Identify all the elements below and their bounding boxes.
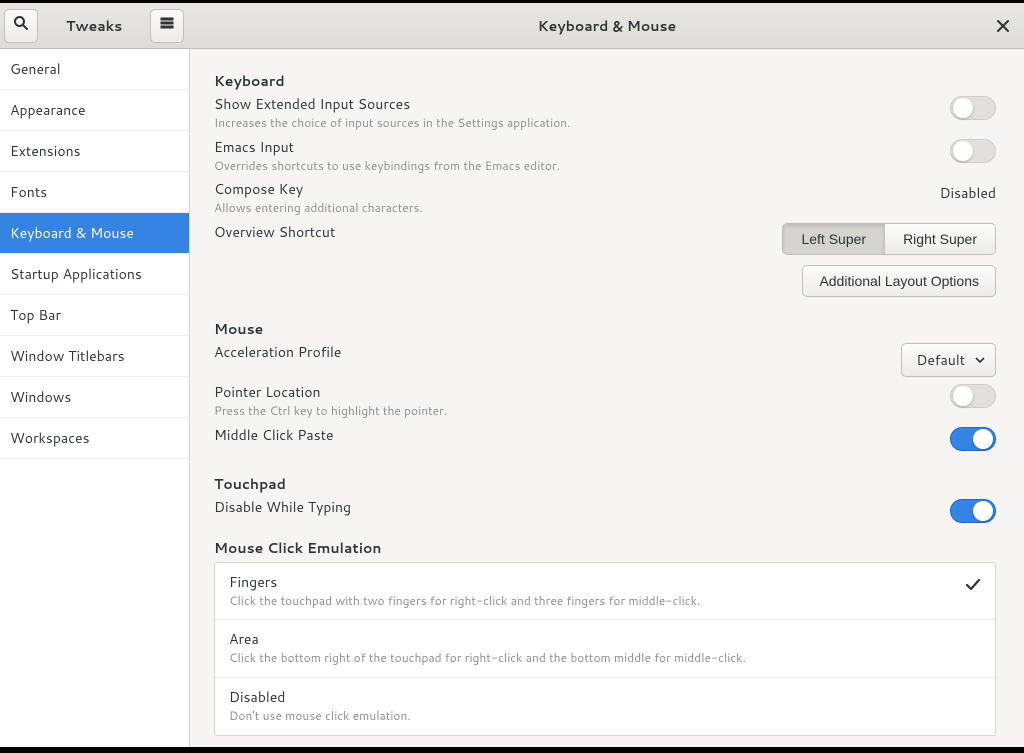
label-show-extended: Show Extended Input Sources [214,95,930,114]
body: General Appearance Extensions Fonts Keyb… [0,49,1024,747]
switch-knob [953,98,973,118]
sidebar-item-startup-applications[interactable]: Startup Applications [0,254,189,295]
sub-pointer: Press the Ctrl key to highlight the poin… [214,403,930,420]
label-emacs: Emacs Input [214,138,930,157]
accel-profile-value: Default [916,350,965,370]
sidebar-item-label: General [10,59,61,79]
headerbar-left: Tweaks [0,9,190,43]
overview-left-super[interactable]: Left Super [783,224,884,254]
row-disable-typing: Disable While Typing [214,496,996,528]
switch-knob [953,141,973,161]
page-title: Keyboard & Mouse [190,16,1024,36]
sub-emacs: Overrides shortcuts to use keybindings f… [214,158,930,175]
sidebar-item-appearance[interactable]: Appearance [0,90,189,131]
check-icon [965,577,981,593]
label-middle-click: Middle Click Paste [214,426,930,445]
click-emulation-list: Fingers Click the touchpad with two fing… [214,562,996,736]
close-icon [997,15,1009,38]
accel-profile-dropdown[interactable]: Default [901,343,996,377]
sub-show-extended: Increases the choice of input sources in… [214,115,930,132]
row-pointer: Pointer Location Press the Ctrl key to h… [214,381,996,424]
label-compose: Compose Key [214,180,920,199]
switch-disable-while-typing[interactable] [950,499,996,523]
sidebar-item-general[interactable]: General [0,49,189,90]
row-compose: Compose Key Allows entering additional c… [214,178,996,221]
section-mouse: Mouse [214,319,996,339]
switch-knob [953,386,973,406]
overview-right-super[interactable]: Right Super [884,224,995,254]
row-emacs: Emacs Input Overrides shortcuts to use k… [214,136,996,179]
label-pointer: Pointer Location [214,383,930,402]
switch-middle-click-paste[interactable] [950,427,996,451]
emulation-option-title: Disabled [229,688,981,707]
sidebar-item-workspaces[interactable]: Workspaces [0,418,189,459]
heading-click-emulation: Mouse Click Emulation [214,538,996,558]
label-accel: Acceleration Profile [214,343,881,362]
sidebar-item-label: Startup Applications [10,264,142,284]
sidebar-item-windows[interactable]: Windows [0,377,189,418]
emulation-option-sub: Click the touchpad with two fingers for … [229,593,965,610]
sidebar-item-top-bar[interactable]: Top Bar [0,295,189,336]
emulation-option-area[interactable]: Area Click the bottom right of the touch… [215,620,995,678]
sidebar-item-label: Fonts [10,182,47,202]
sidebar-item-label: Windows [10,387,71,407]
row-overview: Overview Shortcut Left Super Right Super… [214,221,996,301]
sidebar-item-label: Workspaces [10,428,90,448]
app-title: Tweaks [66,16,122,36]
emulation-option-fingers[interactable]: Fingers Click the touchpad with two fing… [215,563,995,621]
search-icon [13,15,29,36]
label-overview: Overview Shortcut [214,223,762,242]
tweaks-window: Tweaks Keyboard & Mouse General Appearan… [0,3,1024,747]
row-middle-click: Middle Click Paste [214,424,996,456]
additional-layout-options-button[interactable]: Additional Layout Options [802,265,996,297]
sidebar-item-label: Window Titlebars [10,346,125,366]
section-touchpad: Touchpad [214,474,996,494]
sidebar-item-label: Appearance [10,100,86,120]
sidebar-item-label: Top Bar [10,305,61,325]
emulation-option-title: Fingers [229,573,965,592]
menu-button[interactable] [150,9,184,43]
emulation-option-title: Area [229,630,981,649]
row-show-extended: Show Extended Input Sources Increases th… [214,93,996,136]
overview-shortcut-segmented: Left Super Right Super [782,223,996,255]
row-accel: Acceleration Profile Default [214,341,996,381]
sidebar-item-window-titlebars[interactable]: Window Titlebars [0,336,189,377]
switch-emacs[interactable] [950,139,996,163]
headerbar: Tweaks Keyboard & Mouse [0,3,1024,49]
sidebar-item-fonts[interactable]: Fonts [0,172,189,213]
content: Keyboard Show Extended Input Sources Inc… [190,49,1024,747]
sidebar-item-keyboard-mouse[interactable]: Keyboard & Mouse [0,213,189,254]
section-keyboard: Keyboard [214,71,996,91]
switch-show-extended[interactable] [950,96,996,120]
search-button[interactable] [4,9,38,43]
emulation-option-disabled[interactable]: Disabled Don't use mouse click emulation… [215,678,995,735]
switch-pointer-location[interactable] [950,384,996,408]
sidebar-item-label: Keyboard & Mouse [10,223,134,243]
chevron-down-icon [975,350,985,370]
sub-compose: Allows entering additional characters. [214,200,920,217]
sidebar-item-extensions[interactable]: Extensions [0,131,189,172]
switch-knob [973,429,993,449]
value-compose[interactable]: Disabled [940,183,996,203]
label-disable-typing: Disable While Typing [214,498,930,517]
emulation-option-sub: Don't use mouse click emulation. [229,708,981,725]
emulation-option-sub: Click the bottom right of the touchpad f… [229,650,981,667]
sidebar: General Appearance Extensions Fonts Keyb… [0,49,190,747]
hamburger-icon [159,15,175,36]
close-button[interactable] [992,15,1014,37]
sidebar-item-label: Extensions [10,141,81,161]
switch-knob [973,501,993,521]
